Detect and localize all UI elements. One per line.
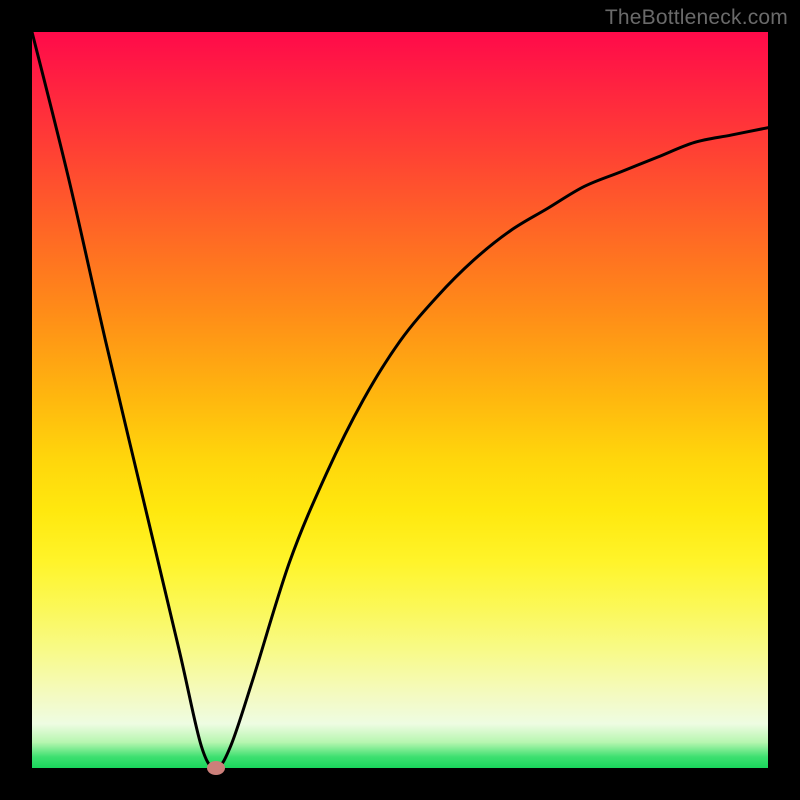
bottleneck-curve [32,32,768,768]
chart-frame: TheBottleneck.com [0,0,800,800]
watermark-text: TheBottleneck.com [605,6,788,30]
plot-area [32,32,768,768]
minimum-marker [207,761,225,775]
